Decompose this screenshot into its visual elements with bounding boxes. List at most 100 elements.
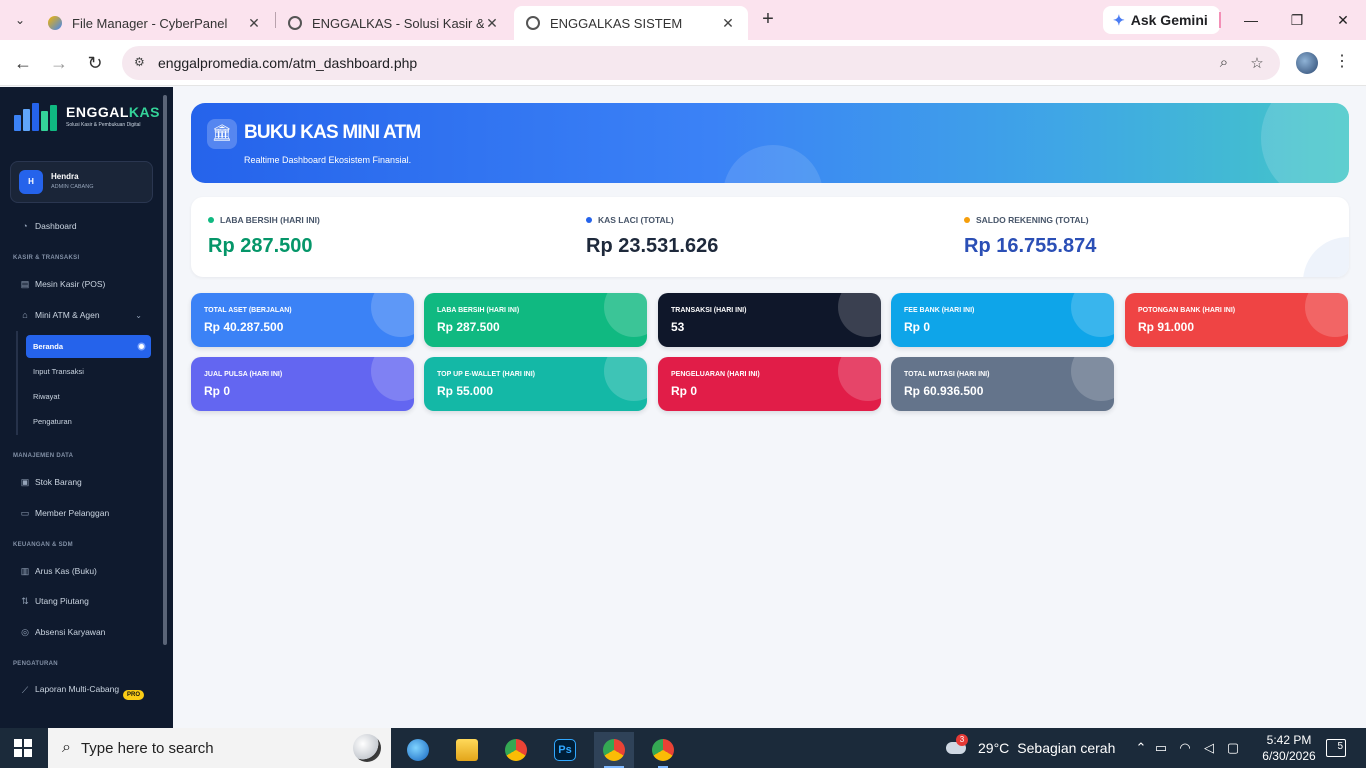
taskbar-app-edge[interactable] bbox=[398, 732, 438, 768]
tab-title: File Manager - CyberPanel bbox=[72, 15, 228, 31]
stat-card-label: LABA BERSIH (HARI INI) bbox=[437, 307, 520, 314]
sidebar-section-kasir: KASIR & TRANSAKSI bbox=[13, 255, 80, 261]
decorative-bubble bbox=[371, 357, 414, 401]
more-menu-icon[interactable]: ⋮ bbox=[1334, 51, 1350, 75]
stat-card-value: 53 bbox=[671, 320, 685, 334]
close-tab-icon[interactable]: ✕ bbox=[484, 15, 500, 32]
bookmark-star-icon[interactable]: ☆ bbox=[1248, 54, 1266, 72]
sidebar-item-stok-barang[interactable]: ▣ Stok Barang bbox=[20, 474, 150, 490]
forward-arrow-icon[interactable]: → bbox=[47, 51, 71, 75]
taskbar-search-box[interactable]: ⌕ Type here to search bbox=[48, 728, 391, 768]
sidebar-item-dashboard[interactable]: ◔ Dashboard bbox=[20, 218, 150, 234]
submenu-item-pengaturan[interactable]: Pengaturan bbox=[26, 410, 151, 433]
reload-icon[interactable]: ↻ bbox=[83, 51, 107, 75]
tab-enggalkas-sistem[interactable]: ENGGALKAS SISTEM ✕ bbox=[514, 6, 748, 40]
volume-icon[interactable]: ◁ bbox=[1197, 740, 1221, 756]
taskbar-app-chrome[interactable] bbox=[496, 732, 536, 768]
taskbar-app-photoshop[interactable]: Ps bbox=[545, 732, 585, 768]
tab-search-chevron-icon[interactable]: ⌄ bbox=[8, 8, 32, 32]
sidebar-item-mesin-kasir[interactable]: ▤ Mesin Kasir (POS) bbox=[20, 276, 150, 292]
system-tray: ⌃ ▭ ◠ ◁ ▢ bbox=[1133, 728, 1245, 768]
battery-icon[interactable]: ▭ bbox=[1149, 740, 1173, 756]
ask-gemini-button[interactable]: ✦ Ask Gemini bbox=[1103, 6, 1220, 34]
address-bar[interactable]: ⚙ enggalpromedia.com/atm_dashboard.php ⌕… bbox=[122, 46, 1280, 80]
cash-register-icon: ▤ bbox=[20, 279, 30, 289]
brand-name-accent: KAS bbox=[128, 104, 160, 120]
stat-card-label: TRANSAKSI (HARI INI) bbox=[671, 307, 747, 314]
stat-card-laba-bersih[interactable]: LABA BERSIH (HARI INI) Rp 287.500 bbox=[424, 293, 647, 347]
submenu-item-riwayat[interactable]: Riwayat bbox=[26, 385, 151, 408]
new-tab-plus-icon[interactable]: + bbox=[757, 9, 779, 31]
notification-icon: 5 bbox=[1326, 739, 1346, 757]
chevron-up-icon[interactable]: ⌃ bbox=[1133, 740, 1149, 756]
submenu-label: Beranda bbox=[33, 342, 64, 351]
zoom-magnifier-icon[interactable]: ⌕ bbox=[1215, 54, 1233, 72]
user-card[interactable]: H Hendra ADMIN CABANG bbox=[10, 161, 153, 203]
url-domain: enggalpromedia.com bbox=[158, 55, 289, 71]
stat-card-top-up-ewallet[interactable]: TOP UP E-WALLET (HARI INI) Rp 55.000 bbox=[424, 357, 647, 411]
back-arrow-icon[interactable]: ← bbox=[11, 51, 35, 75]
stat-card-pengeluaran[interactable]: PENGELUARAN (HARI INI) Rp 0 bbox=[658, 357, 881, 411]
sidebar-item-utang-piutang[interactable]: ⇅ Utang Piutang bbox=[20, 593, 150, 609]
sidebar-scrollbar[interactable] bbox=[163, 95, 167, 645]
site-settings-icon[interactable]: ⚙ bbox=[134, 55, 150, 71]
url-text[interactable]: enggalpromedia.com/atm_dashboard.php bbox=[158, 55, 417, 71]
sidebar-item-laporan[interactable]: ⟋ Laporan Multi-Cabang bbox=[20, 683, 120, 709]
sidebar-item-member[interactable]: ▭ Member Pelanggan bbox=[20, 505, 150, 521]
submenu-item-beranda[interactable]: Beranda bbox=[26, 335, 151, 358]
sidebar-item-arus-kas[interactable]: ▥ Arus Kas (Buku) bbox=[20, 563, 150, 579]
url-path: /atm_dashboard.php bbox=[288, 55, 418, 71]
taskbar-app-file-explorer[interactable] bbox=[447, 732, 487, 768]
stat-card-total-mutasi[interactable]: TOTAL MUTASI (HARI INI) Rp 60.936.500 bbox=[891, 357, 1114, 411]
sidebar-item-absensi[interactable]: ◎ Absensi Karyawan bbox=[20, 624, 150, 640]
fingerprint-icon: ◎ bbox=[21, 627, 29, 637]
meet-now-icon[interactable]: ▢ bbox=[1221, 740, 1245, 756]
chrome-icon bbox=[505, 739, 527, 761]
status-dot-icon bbox=[208, 217, 214, 223]
profile-avatar[interactable] bbox=[1296, 52, 1318, 74]
wallet-icon: ▥ bbox=[20, 566, 30, 576]
stat-card-value: Rp 91.000 bbox=[1138, 320, 1195, 334]
chrome-profile-icon bbox=[603, 739, 625, 761]
tab-enggalkas-solusi[interactable]: ENGGALKAS - Solusi Kasir & Pe ✕ bbox=[276, 6, 512, 40]
close-tab-icon[interactable]: ✕ bbox=[246, 15, 262, 32]
chrome-profile-icon bbox=[652, 739, 674, 761]
stat-card-fee-bank[interactable]: FEE BANK (HARI INI) Rp 0 bbox=[891, 293, 1114, 347]
summary-label: KAS LACI (TOTAL) bbox=[598, 215, 674, 225]
stat-card-label: TOTAL MUTASI (HARI INI) bbox=[904, 371, 990, 378]
close-window-icon[interactable]: ✕ bbox=[1331, 8, 1355, 32]
stat-card-label: TOTAL ASET (BERJALAN) bbox=[204, 307, 292, 314]
taskbar-clock[interactable]: 5:42 PM 6/30/2026 bbox=[1254, 732, 1324, 764]
brand-chart-icon bbox=[12, 99, 62, 133]
minimize-icon[interactable]: — bbox=[1239, 8, 1263, 32]
decorative-bubble bbox=[1305, 293, 1348, 337]
brand-logo[interactable]: ENGGALKAS Solusi Kasir & Pembukuan Digit… bbox=[12, 99, 160, 133]
cyberpanel-favicon-icon bbox=[48, 16, 62, 30]
weather-widget[interactable]: 3 29°C Sebagian cerah bbox=[944, 728, 1115, 768]
stat-card-label: FEE BANK (HARI INI) bbox=[904, 307, 975, 314]
notification-center[interactable]: 5 bbox=[1326, 728, 1346, 768]
submenu-label: Input Transaksi bbox=[33, 367, 84, 376]
sidebar-item-mini-atm[interactable]: ⌂ Mini ATM & Agen ⌄ bbox=[20, 307, 150, 323]
avatar: H bbox=[19, 170, 43, 194]
stat-card-transaksi[interactable]: TRANSAKSI (HARI INI) 53 bbox=[658, 293, 881, 347]
weather-text: Sebagian cerah bbox=[1017, 740, 1116, 756]
windows-taskbar: ⌕ Type here to search Ps 3 29°C Sebagian… bbox=[0, 728, 1366, 768]
restore-icon[interactable]: ❐ bbox=[1285, 8, 1309, 32]
stat-card-value: Rp 287.500 bbox=[437, 320, 500, 334]
sidebar-item-label: Arus Kas (Buku) bbox=[35, 566, 97, 576]
tab-file-manager[interactable]: File Manager - CyberPanel ✕ bbox=[36, 6, 274, 40]
submenu-item-input-transaksi[interactable]: Input Transaksi bbox=[26, 360, 151, 383]
sidebar-item-label: Absensi Karyawan bbox=[35, 627, 106, 637]
wifi-icon[interactable]: ◠ bbox=[1173, 740, 1197, 756]
windows-start-icon[interactable] bbox=[14, 739, 32, 757]
decorative-bubble bbox=[723, 145, 823, 183]
taskbar-app-chrome-active[interactable] bbox=[594, 732, 634, 768]
stat-card-total-aset[interactable]: TOTAL ASET (BERJALAN) Rp 40.287.500 bbox=[191, 293, 414, 347]
clock-date: 6/30/2026 bbox=[1262, 749, 1316, 763]
status-dot-icon bbox=[586, 217, 592, 223]
stat-card-jual-pulsa[interactable]: JUAL PULSA (HARI INI) Rp 0 bbox=[191, 357, 414, 411]
taskbar-app-chrome-2[interactable] bbox=[643, 732, 683, 768]
close-tab-icon[interactable]: ✕ bbox=[720, 15, 736, 32]
stat-card-potongan-bank[interactable]: POTONGAN BANK (HARI INI) Rp 91.000 bbox=[1125, 293, 1348, 347]
